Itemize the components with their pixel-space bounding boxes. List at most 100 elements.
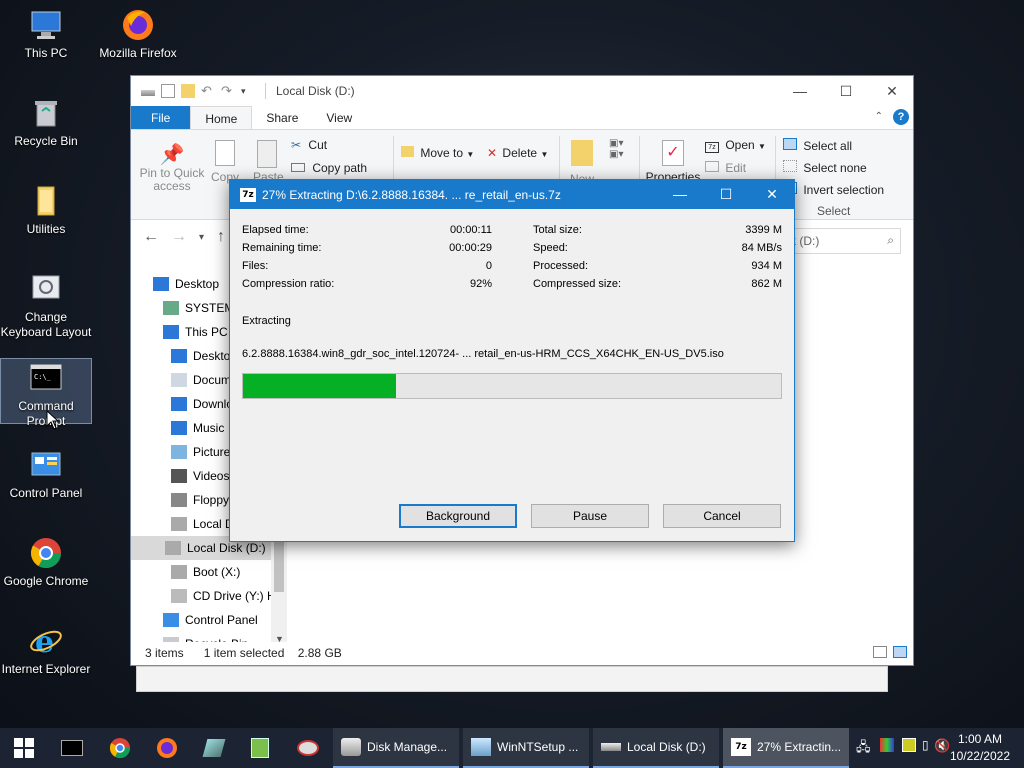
taskbar-paint-button[interactable] (286, 728, 330, 768)
new-folder-icon[interactable] (181, 84, 195, 98)
open-button[interactable]: 7z Open ▼ (705, 138, 766, 153)
tree-item[interactable]: Floppy (171, 488, 229, 512)
taskbar-firefox-button[interactable] (145, 728, 189, 768)
desktop-icon-label: Utilities (26, 222, 66, 236)
details-view-icon[interactable] (873, 646, 887, 658)
dialog-close-button[interactable]: ✕ (749, 180, 795, 209)
extract-progress-dialog[interactable]: 7z 27% Extracting D:\6.2.8888.16384. ...… (229, 179, 795, 542)
back-arrow-icon[interactable]: ← (143, 228, 159, 246)
tab-share[interactable]: Share (252, 106, 312, 129)
dialog-maximize-button[interactable]: ☐ (703, 180, 749, 209)
taskbar-app-7zip-extracting[interactable]: 7z 27% Extractin... (723, 728, 849, 768)
dialog-minimize-button[interactable]: — (657, 180, 703, 209)
taskbar-tool-button[interactable] (192, 728, 236, 768)
folder-icon (29, 184, 63, 218)
maximize-button[interactable]: ☐ (823, 76, 869, 106)
search-input[interactable]: k (D:) ⌕ (781, 228, 901, 254)
tab-view[interactable]: View (312, 106, 366, 129)
taskbar-app-disk-management[interactable]: Disk Manage... (333, 728, 459, 768)
properties-button[interactable]: ✓ Properties (645, 140, 701, 184)
tree-item[interactable]: Videos (171, 464, 229, 488)
tree-item[interactable]: Music (171, 416, 224, 440)
desktop-icon-label: Mozilla Firefox (99, 46, 177, 60)
chevron-down-icon[interactable]: ▾ (199, 232, 204, 243)
redo-icon[interactable]: ↷ (221, 84, 235, 98)
minimize-button[interactable]: — (777, 76, 823, 106)
tree-item[interactable]: CD Drive (Y:) H (171, 584, 276, 608)
start-button[interactable] (2, 728, 46, 768)
properties-icon: ✓ (662, 140, 684, 166)
system-clock[interactable]: 1:00 AM 10/22/2022 (950, 731, 1010, 765)
close-button[interactable]: ✕ (869, 76, 915, 106)
pause-button[interactable]: Pause (531, 504, 649, 528)
chevron-up-icon[interactable]: ⌃ (875, 111, 883, 122)
new-item-button[interactable]: ▣▾ ▣▾ (609, 138, 623, 160)
tree-item[interactable]: Boot (X:) (171, 560, 240, 584)
control-panel-icon (163, 613, 179, 627)
chevron-down-icon[interactable]: ▾ (241, 84, 255, 98)
desktop-icon-this-pc[interactable]: This PC (0, 8, 92, 61)
large-icons-view-icon[interactable] (893, 646, 907, 658)
desktop-icon-recycle-bin[interactable]: Recycle Bin (0, 96, 92, 149)
cut-button[interactable]: ✂ Cut (291, 138, 327, 152)
cancel-button[interactable]: Cancel (663, 504, 781, 528)
color-palette-icon[interactable] (880, 738, 894, 752)
desktop-icon-control-panel[interactable]: Control Panel (0, 448, 92, 501)
control-panel-icon (29, 448, 63, 482)
delete-label: Delete (502, 146, 538, 160)
7zip-icon: 7z (731, 738, 751, 756)
tab-file[interactable]: File (131, 106, 191, 129)
background-button[interactable]: Background (399, 504, 517, 528)
desktop-icon-chrome[interactable]: Google Chrome (0, 536, 92, 589)
volume-muted-icon[interactable]: 🔇 (934, 738, 950, 754)
edit-button[interactable]: Edit (705, 161, 746, 175)
desktop-icon-firefox[interactable]: Mozilla Firefox (92, 8, 184, 61)
undo-icon[interactable]: ↶ (201, 84, 215, 98)
7zip-icon: 7z (705, 142, 719, 153)
desktop-icon-internet-explorer[interactable]: e Internet Explorer (0, 624, 92, 677)
delete-button[interactable]: ✕ Delete ▼ (487, 146, 548, 160)
taskbar-registry-button[interactable] (238, 728, 282, 768)
select-all-button[interactable]: Select all (783, 138, 852, 153)
tree-item[interactable]: Desktop (171, 344, 237, 368)
invert-selection-button[interactable]: Invert selection (783, 182, 884, 197)
properties-check-icon[interactable] (161, 84, 175, 98)
tree-item[interactable]: Picture (171, 440, 230, 464)
network-icon[interactable]: 🖧 (856, 738, 871, 760)
tree-item[interactable]: Desktop (153, 272, 219, 296)
taskbar-app-winntsetup[interactable]: WinNTSetup ... (463, 728, 589, 768)
taskbar-chrome-button[interactable] (98, 728, 142, 768)
tree-item[interactable]: Local D (171, 512, 234, 536)
copy-button[interactable]: Copy (209, 140, 241, 184)
desktop-icon-label: This PC (24, 46, 68, 60)
desktop-icon-utilities[interactable]: Utilities (0, 184, 92, 237)
tree-item[interactable]: SYSTEM (163, 296, 234, 320)
pc-icon (163, 325, 179, 339)
desktop-icon (153, 277, 169, 291)
move-to-button[interactable]: Move to ▼ (401, 146, 474, 160)
taskbar-cmd-button[interactable] (50, 728, 94, 768)
dialog-title-bar[interactable]: 7z 27% Extracting D:\6.2.8888.16384. ...… (230, 180, 794, 209)
chrome-icon (109, 738, 131, 759)
pin-to-quick-access-button[interactable]: 📌 Pin to Quick access (137, 142, 207, 193)
desktop-icon-label: Recycle Bin (14, 134, 78, 148)
select-none-button[interactable]: Select none (783, 160, 867, 175)
help-icon[interactable]: ? (893, 109, 909, 125)
forward-arrow-icon[interactable]: → (171, 228, 187, 246)
tab-home[interactable]: Home (190, 106, 253, 129)
tree-item[interactable]: Control Panel (163, 608, 258, 632)
clipboard-icon (257, 140, 277, 168)
up-arrow-icon[interactable]: ↑ (217, 228, 225, 246)
taskbar-app-local-disk[interactable]: Local Disk (D:) (593, 728, 719, 768)
tree-item[interactable]: This PC (163, 320, 228, 344)
copy-path-button[interactable]: Copy path (291, 161, 367, 175)
usb-icon[interactable]: ▯ (922, 738, 929, 752)
tree-item[interactable]: Docum (171, 368, 231, 392)
tree-item-label: Videos (193, 469, 230, 483)
tree-item[interactable]: Downlo (171, 392, 233, 416)
selection-info: 1 item selected 2.88 GB (204, 646, 342, 660)
explorer-title-bar[interactable]: ↶ ↷ ▾ Local Disk (D:) — ☐ ✕ (131, 76, 913, 106)
paste-button[interactable]: Paste (253, 140, 284, 184)
display-icon[interactable] (902, 738, 916, 752)
desktop-icon-keyboard-layout[interactable]: Change Keyboard Layout (0, 272, 92, 340)
